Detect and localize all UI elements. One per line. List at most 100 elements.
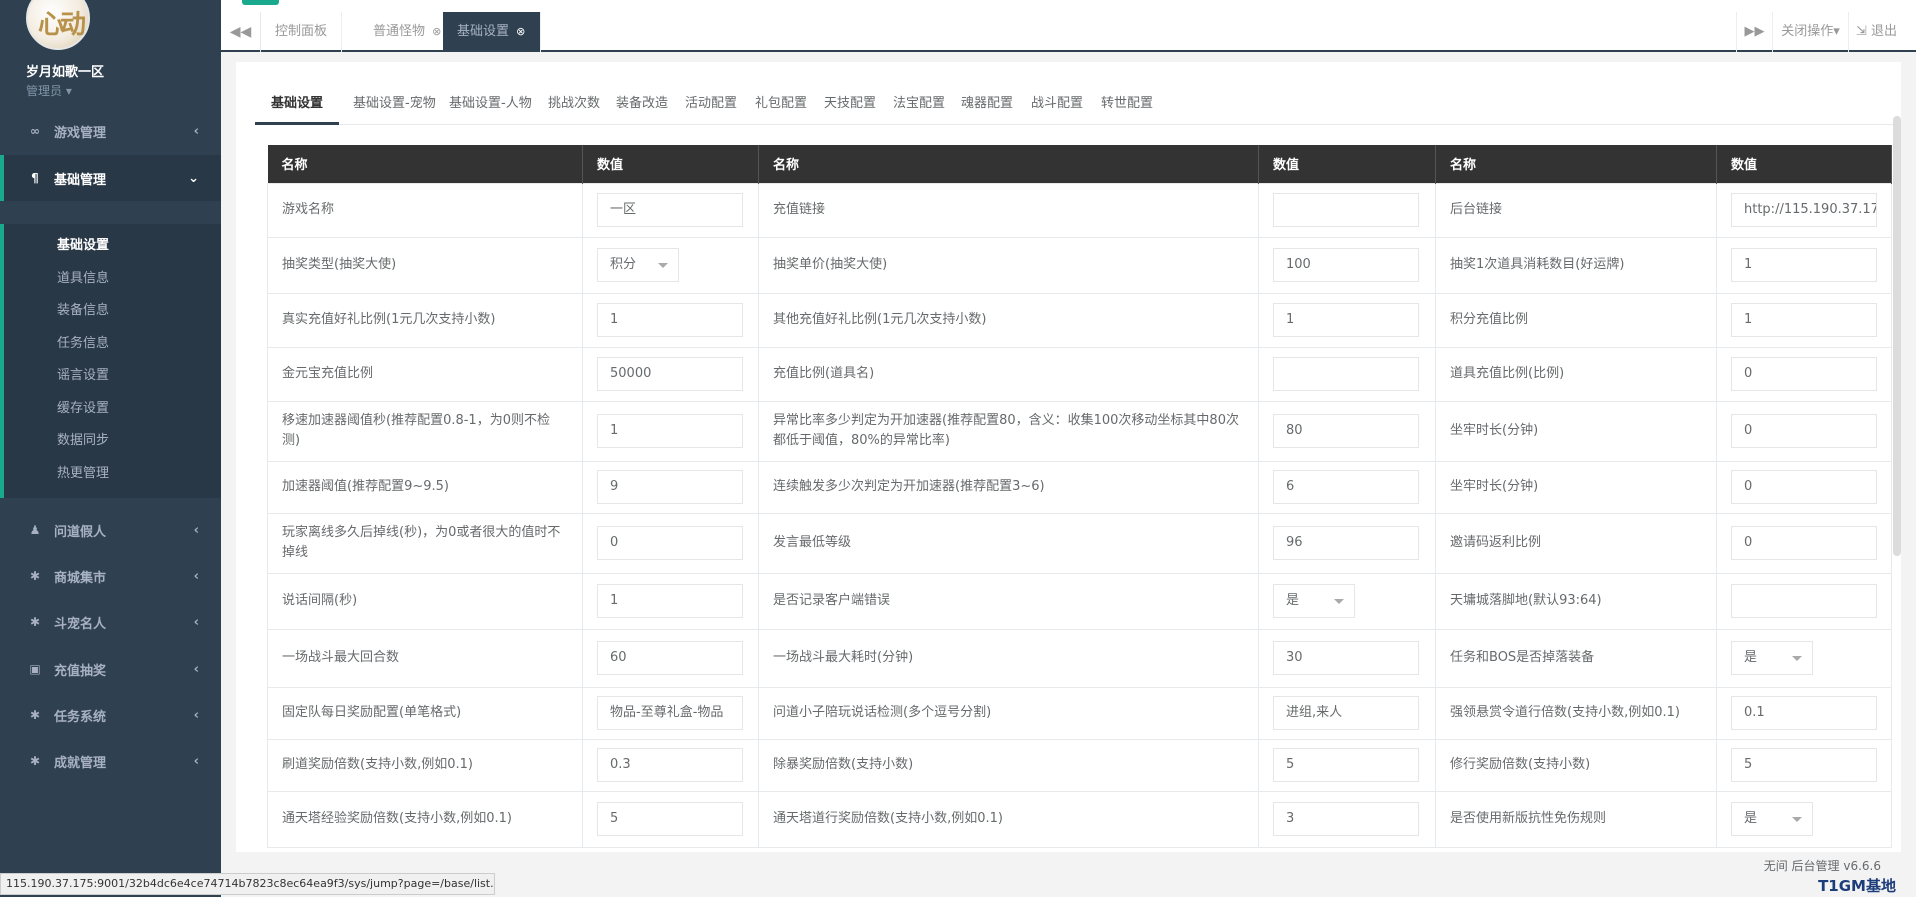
setting-input[interactable]: 50000: [597, 357, 743, 391]
scroll-tabs-left-button[interactable]: ◀◀: [221, 12, 261, 52]
avatar-logo-text: 心动: [38, 10, 86, 40]
close-tab-icon[interactable]: ⊗: [516, 25, 525, 38]
column-header: 名称: [267, 145, 583, 183]
submenu-item[interactable]: 热更管理: [4, 458, 221, 491]
subtab[interactable]: 基础设置: [255, 83, 340, 125]
close-ops-label: 关闭操作: [1781, 24, 1834, 39]
setting-select[interactable]: 是: [1273, 584, 1355, 618]
setting-value-cell: 1: [582, 292, 759, 348]
tab-normal-monster[interactable]: 普通怪物 ⊗: [359, 12, 457, 52]
setting-value-cell: [1258, 182, 1436, 238]
subtab[interactable]: 基础设置-人物: [433, 83, 548, 125]
setting-input[interactable]: 0.1: [1731, 696, 1877, 730]
setting-input[interactable]: 100: [1273, 248, 1419, 282]
setting-input[interactable]: 9: [597, 470, 743, 504]
setting-select[interactable]: 是: [1731, 641, 1813, 675]
tab-basic-settings[interactable]: 基础设置 ⊗: [443, 12, 541, 52]
setting-select[interactable]: 是: [1731, 802, 1813, 836]
setting-input[interactable]: 0: [1731, 414, 1877, 448]
setting-input[interactable]: 1: [1731, 248, 1877, 282]
setting-value-cell: 1: [582, 400, 759, 462]
submenu-item[interactable]: 数据同步: [4, 425, 221, 458]
setting-select[interactable]: 积分: [597, 248, 679, 282]
setting-input[interactable]: 0.3: [597, 748, 743, 782]
subtab[interactable]: 转世配置: [1085, 83, 1169, 125]
setting-input[interactable]: 物品-至尊礼盒-物品: [597, 696, 743, 730]
table-row: 游戏名称 一区 充值链接 后台链接 http://115.190.37.175: [267, 182, 1892, 238]
submenu-item[interactable]: 谣言设置: [4, 360, 221, 393]
setting-input[interactable]: 0: [1731, 357, 1877, 391]
sidebar-item-6[interactable]: ✱ 斗宠名人 ‹: [0, 599, 221, 645]
table-row: 说话间隔(秒) 1 是否记录客户端错误 是 天墉城落脚地(默认93:64): [267, 572, 1892, 630]
setting-input[interactable]: 80: [1273, 414, 1419, 448]
setting-label: 刷道奖励倍数(支持小数,例如0.1): [267, 738, 583, 792]
setting-input[interactable]: 1: [597, 414, 743, 448]
submenu-item[interactable]: 装备信息: [4, 295, 221, 328]
setting-value-cell: 是: [1716, 790, 1892, 848]
setting-input[interactable]: http://115.190.37.175: [1731, 193, 1877, 227]
sidebar-item-label: 成就管理: [54, 755, 107, 771]
scroll-tabs-right-button[interactable]: ▶▶: [1736, 12, 1772, 52]
setting-input[interactable]: 60: [597, 641, 743, 675]
tab-control-panel[interactable]: 控制面板: [261, 12, 343, 52]
setting-label: 抽奖类型(抽奖大使): [267, 236, 583, 294]
setting-input[interactable]: [1273, 357, 1419, 391]
sidebar-item-8[interactable]: ✱ 任务系统 ‹: [0, 692, 221, 738]
user-role-label: 管理员: [26, 84, 63, 98]
vertical-scrollbar[interactable]: [1893, 116, 1901, 556]
setting-label: 任务和BOS是否掉落装备: [1435, 628, 1717, 688]
setting-input[interactable]: 1: [1273, 303, 1419, 337]
setting-value-cell: 积分: [582, 236, 759, 294]
setting-value-cell: [1716, 572, 1892, 630]
setting-label: 积分充值比例: [1435, 292, 1717, 348]
sidebar-item-7[interactable]: ▣ 充值抽奖 ‹: [0, 646, 221, 692]
setting-input[interactable]: 进组,来人: [1273, 696, 1419, 730]
setting-value-cell: 80: [1258, 400, 1436, 462]
setting-value-cell: 0: [1716, 512, 1892, 574]
sidebar-item-4[interactable]: ♟ 问道假人 ‹: [0, 507, 221, 553]
setting-label: 充值比例(道具名): [758, 346, 1259, 402]
setting-input[interactable]: 30: [1273, 641, 1419, 675]
settings-subtabs: 基础设置 基础设置-宠物 基础设置-人物 挑战次数 装备改造 活动配置 礼包配置 天技配置 法宝…: [255, 83, 1902, 125]
setting-input[interactable]: 3: [1273, 802, 1419, 836]
setting-input[interactable]: 1: [597, 584, 743, 618]
setting-input[interactable]: [1273, 193, 1419, 227]
setting-label: 发言最低等级: [758, 512, 1259, 574]
close-operations-dropdown[interactable]: 关闭操作▾: [1772, 12, 1848, 52]
submenu-item[interactable]: 基础设置: [4, 230, 221, 263]
setting-label: 连续触发多少次判定为开加速器(推荐配置3~6): [758, 460, 1259, 514]
user-role-dropdown[interactable]: 管理员 ▾: [26, 82, 72, 99]
tab-label: 基础设置: [457, 24, 510, 39]
setting-input[interactable]: 96: [1273, 526, 1419, 560]
submenu-item[interactable]: 任务信息: [4, 328, 221, 361]
setting-value-cell: 0: [1716, 400, 1892, 462]
setting-input[interactable]: [1731, 584, 1877, 618]
sidebar-item-9[interactable]: ✱ 成就管理 ‹: [0, 738, 221, 784]
sign-out-icon: ⇲: [1855, 24, 1867, 39]
setting-input[interactable]: 1: [1731, 303, 1877, 337]
sidebar-item-1[interactable]: ¶ 基础管理 ⌄: [0, 155, 221, 201]
close-tab-icon[interactable]: ⊗: [432, 25, 441, 38]
logout-button[interactable]: ⇲ 退出: [1848, 12, 1904, 52]
submenu-item[interactable]: 缓存设置: [4, 393, 221, 426]
setting-value-cell: 60: [582, 628, 759, 688]
setting-input[interactable]: 一区: [597, 193, 743, 227]
setting-input[interactable]: 5: [597, 802, 743, 836]
setting-input[interactable]: 6: [1273, 470, 1419, 504]
submenu-item[interactable]: 道具信息: [4, 263, 221, 296]
sidebar-item-5[interactable]: ✱ 商城集市 ‹: [0, 553, 221, 599]
setting-input[interactable]: 1: [597, 303, 743, 337]
table-row: 金元宝充值比例 50000 充值比例(道具名) 道具充值比例(比例) 0: [267, 346, 1892, 402]
gear-icon: ✱: [29, 708, 41, 722]
setting-label: 一场战斗最大耗时(分钟): [758, 628, 1259, 688]
avatar[interactable]: 心动: [26, 0, 90, 50]
setting-input[interactable]: 0: [1731, 470, 1877, 504]
setting-label: 说话间隔(秒): [267, 572, 583, 630]
sidebar-item-0[interactable]: ∞ 游戏管理 ‹: [0, 108, 221, 154]
setting-input[interactable]: 5: [1273, 748, 1419, 782]
setting-value-cell: 0.1: [1716, 686, 1892, 740]
setting-input[interactable]: 0: [1731, 526, 1877, 560]
sidebar-item-label: 斗宠名人: [54, 616, 107, 632]
setting-input[interactable]: 0: [597, 526, 743, 560]
setting-input[interactable]: 5: [1731, 748, 1877, 782]
